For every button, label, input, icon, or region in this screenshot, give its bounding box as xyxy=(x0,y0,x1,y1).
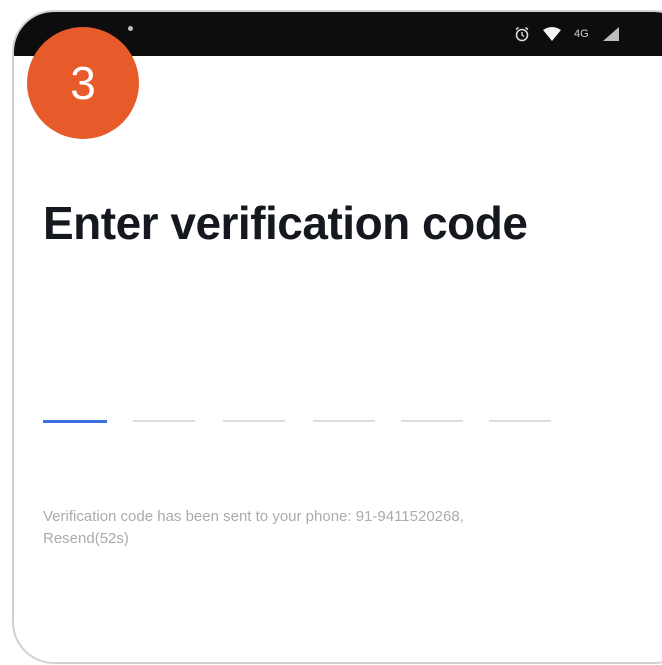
alarm-icon xyxy=(514,26,530,42)
signal-icon xyxy=(601,26,621,42)
code-digit-slot-4[interactable] xyxy=(313,420,375,422)
code-digit-slot-6[interactable] xyxy=(489,420,551,422)
step-number: 3 xyxy=(70,57,96,109)
code-digit-slot-1[interactable] xyxy=(43,420,107,423)
code-digit-slot-2[interactable] xyxy=(133,420,195,422)
page-title: Enter verification code xyxy=(43,197,528,249)
notification-dot-icon xyxy=(128,26,133,31)
wifi-icon xyxy=(542,26,562,42)
network-type-label: 4G xyxy=(574,28,589,40)
step-number-badge: 3 xyxy=(27,27,139,139)
verification-hint: Verification code has been sent to your … xyxy=(43,506,643,550)
resend-link[interactable]: Resend(52s) xyxy=(43,530,129,547)
code-digit-slot-3[interactable] xyxy=(223,420,285,422)
code-digit-slot-5[interactable] xyxy=(401,420,463,422)
verification-code-input[interactable] xyxy=(43,420,563,426)
status-icons: 4G xyxy=(514,20,621,48)
verification-sent-text: Verification code has been sent to your … xyxy=(43,508,464,525)
screenshot-frame: 4G 3 Enter verification code Verificatio… xyxy=(0,0,662,665)
